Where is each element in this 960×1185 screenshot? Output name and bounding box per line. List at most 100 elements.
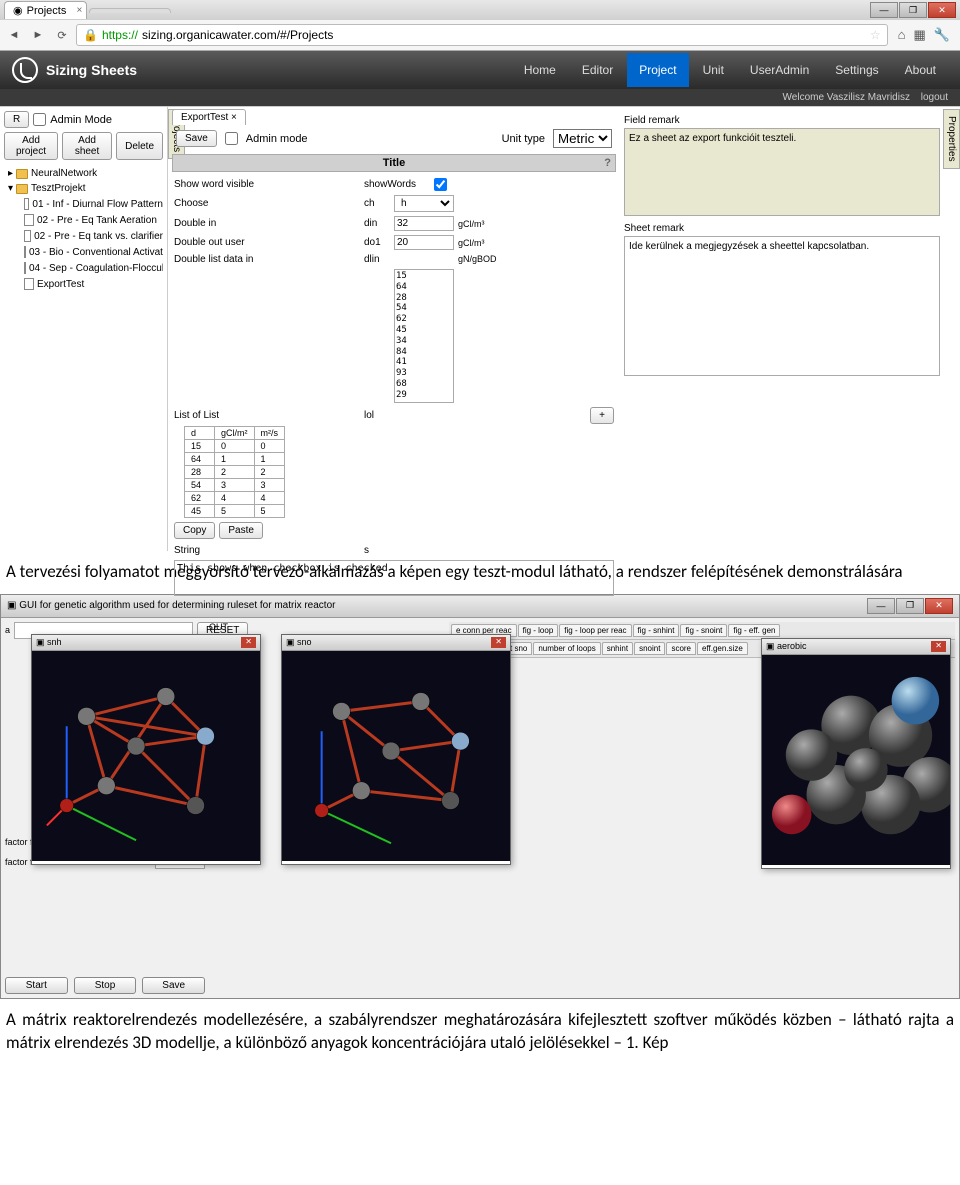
globe-icon: ◉ <box>13 4 23 17</box>
back-button[interactable]: ◄ <box>4 25 24 45</box>
sheet-tab[interactable]: ExportTest × <box>172 109 246 125</box>
nav-unit[interactable]: Unit <box>691 53 736 87</box>
star-icon[interactable]: ☆ <box>870 28 881 42</box>
do1-input[interactable] <box>394 235 454 250</box>
browser-titlebar: ◉ Projects × — ❐ ✕ <box>0 0 960 20</box>
paste-button[interactable]: Paste <box>219 522 263 539</box>
maximize-button[interactable]: ❐ <box>896 598 924 614</box>
save-button[interactable]: Save <box>142 977 205 994</box>
browser-chrome: ◉ Projects × — ❐ ✕ ◄ ► ⟳ 🔒 https://sizin… <box>0 0 960 51</box>
table-row[interactable]: 1500 <box>185 439 285 452</box>
url-field[interactable]: 🔒 https://sizing.organicawater.com/#/Pro… <box>76 24 888 46</box>
gui-tab[interactable]: eff.gen.size <box>697 642 748 655</box>
properties-vtab[interactable]: Properties <box>943 109 960 169</box>
url-scheme: https:// <box>102 28 138 42</box>
right-panel: Field remark Ez a sheet az export funkci… <box>620 107 960 551</box>
add-sheet-button[interactable]: Add sheet <box>62 132 112 160</box>
folder-icon <box>16 184 28 194</box>
close-icon[interactable]: ✕ <box>931 641 946 652</box>
wrench-icon[interactable]: 🔧 <box>934 27 950 43</box>
forward-button[interactable]: ► <box>28 25 48 45</box>
cluster-viz <box>762 655 950 865</box>
save-button[interactable]: Save <box>176 130 217 147</box>
nav-settings[interactable]: Settings <box>823 53 890 87</box>
gui-tab[interactable]: number of loops <box>533 642 600 655</box>
tree-root[interactable]: ▾ TesztProjekt <box>4 181 163 196</box>
table-row[interactable]: 5433 <box>185 478 285 491</box>
form-row: String s <box>174 543 614 558</box>
subwindow-titlebar[interactable]: ▣ sno ✕ <box>282 635 510 651</box>
form-row: Choose ch h <box>174 193 614 214</box>
welcome-text: Welcome Vaszilisz Mavridisz <box>783 92 910 103</box>
tree-item[interactable]: 03 - Bio - Conventional Activated <box>20 244 163 260</box>
tree-item[interactable]: 04 - Sep - Coagulation-Flocculati <box>20 260 163 276</box>
gui-tab[interactable]: fig - loop per reac <box>559 624 631 637</box>
show-words-checkbox[interactable] <box>434 178 447 191</box>
browser-tab-ghost[interactable] <box>89 8 171 13</box>
copy-button[interactable]: Copy <box>174 522 215 539</box>
tree-item[interactable]: 02 - Pre - Eq Tank Aeration <box>20 212 163 228</box>
gui-tab[interactable]: snoint <box>634 642 665 655</box>
grid-icon[interactable]: ▦ <box>914 27 926 43</box>
maximize-button[interactable]: ❐ <box>899 2 927 18</box>
close-button[interactable]: ✕ <box>928 2 956 18</box>
add-button[interactable]: + <box>590 407 614 424</box>
tree-item[interactable]: ExportTest <box>20 276 163 292</box>
table-row[interactable]: 6244 <box>185 491 285 504</box>
gui-tab[interactable]: score <box>666 642 696 655</box>
nav-about[interactable]: About <box>893 53 948 87</box>
admin-mode-label: Admin Mode <box>50 114 112 126</box>
do1-unit: gCl/m³ <box>458 238 485 248</box>
delete-button[interactable]: Delete <box>116 132 163 160</box>
table-row[interactable]: 2822 <box>185 465 285 478</box>
gui-title-text: GUI for genetic algorithm used for deter… <box>19 600 335 611</box>
close-icon[interactable]: ✕ <box>241 637 256 648</box>
din-input[interactable] <box>394 216 454 231</box>
tree-item[interactable]: 02 - Pre - Eq tank vs. clarifier <box>20 228 163 244</box>
field-remark-textarea[interactable]: Ez a sheet az export funkcióit teszteli. <box>624 128 940 216</box>
tree-root[interactable]: ▸ NeuralNetwork <box>4 166 163 181</box>
nav-project[interactable]: Project <box>627 53 688 87</box>
nav-useradmin[interactable]: UserAdmin <box>738 53 821 87</box>
sheet-remark-textarea[interactable]: Ide kerülnek a megjegyzések a sheettel k… <box>624 236 940 376</box>
home-icon[interactable]: ⌂ <box>898 27 906 43</box>
help-icon[interactable]: ? <box>604 157 611 169</box>
gui-tab[interactable]: fig - snoint <box>680 624 727 637</box>
gui-tab[interactable]: fig - loop <box>518 624 559 637</box>
gui-body: a RESET factor for snhint in fitness cal… <box>1 618 959 998</box>
start-button[interactable]: Start <box>5 977 68 994</box>
add-project-button[interactable]: Add project <box>4 132 58 160</box>
close-icon[interactable]: × <box>77 5 83 16</box>
string-textarea[interactable]: This shows when checkbox is checked <box>174 560 614 596</box>
admin-mode-checkbox[interactable] <box>225 132 238 145</box>
minimize-button[interactable]: — <box>870 2 898 18</box>
lattice-viz <box>32 651 260 861</box>
subwindow-snh[interactable]: ▣ snh ✕ <box>31 634 261 865</box>
table-row[interactable]: 4555 <box>185 504 285 517</box>
gui-tab[interactable]: fig - eff. gen <box>728 624 780 637</box>
dlin-list[interactable]: 15 64 28 54 62 45 34 84 41 93 68 29 <box>394 269 454 403</box>
subwindow-titlebar[interactable]: ▣ snh ✕ <box>32 635 260 651</box>
minimize-button[interactable]: — <box>867 598 895 614</box>
stop-button[interactable]: Stop <box>74 977 137 994</box>
nav-home[interactable]: Home <box>512 53 568 87</box>
gui-tab[interactable]: fig - snhint <box>633 624 680 637</box>
close-icon[interactable]: ✕ <box>491 637 506 648</box>
close-button[interactable]: ✕ <box>925 598 953 614</box>
subwindow-aerobic[interactable]: ▣ aerobic ✕ <box>761 638 951 869</box>
tree-item[interactable]: 01 - Inf - Diurnal Flow Pattern <box>20 196 163 212</box>
browser-tab[interactable]: ◉ Projects × <box>4 1 87 19</box>
tab-title: Projects <box>27 5 67 17</box>
unit-type-select[interactable]: Metric <box>553 129 612 148</box>
reload-button[interactable]: ⟳ <box>52 25 72 45</box>
logout-link[interactable]: logout <box>921 92 948 103</box>
nav-editor[interactable]: Editor <box>570 53 625 87</box>
subwindow-titlebar[interactable]: ▣ aerobic ✕ <box>762 639 950 655</box>
table-row[interactable]: 6411 <box>185 452 285 465</box>
r-button[interactable]: R <box>4 111 29 128</box>
choose-select[interactable]: h <box>394 195 454 212</box>
app-logo-icon <box>12 57 38 83</box>
admin-mode-checkbox[interactable] <box>33 113 46 126</box>
subwindow-sno[interactable]: ▣ sno ✕ <box>281 634 511 865</box>
gui-tab[interactable]: snhint <box>602 642 633 655</box>
